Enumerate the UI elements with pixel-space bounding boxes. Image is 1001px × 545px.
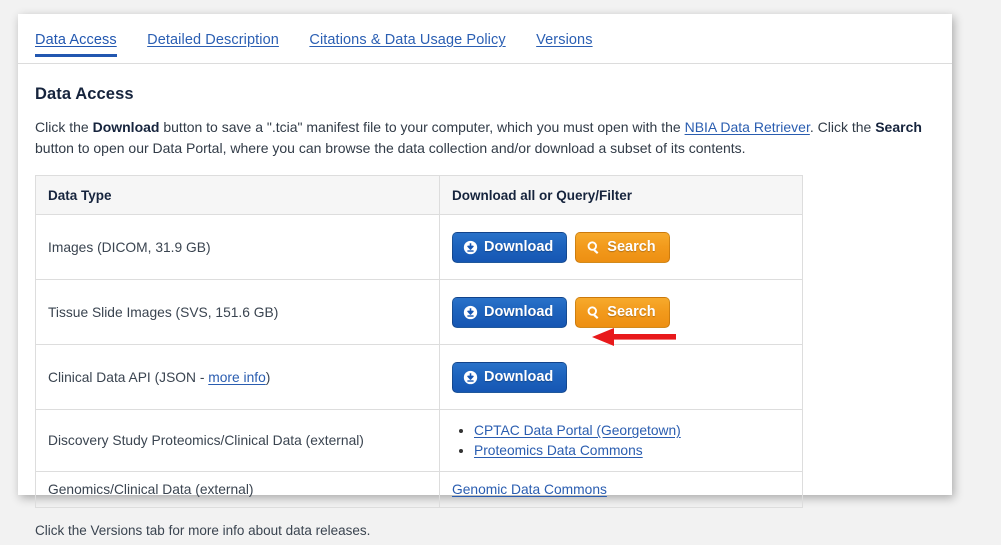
table-row: Tissue Slide Images (SVS, 151.6 GB) Down… [35,279,803,345]
intro-download-bold: Download [92,119,160,135]
button-group: Download Search [452,296,790,328]
genomic-data-commons-link[interactable]: Genomic Data Commons [452,482,607,497]
main-content: Data Access Click the Download button to… [18,85,952,538]
download-button-tissue-slides[interactable]: Download [452,296,568,328]
external-link-list: CPTAC Data Portal (Georgetown) Proteomic… [452,421,790,460]
table-row: Genomics/Clinical Data (external) Genomi… [35,471,803,508]
tab-versions[interactable]: Versions [536,32,592,56]
table-row: Discovery Study Proteomics/Clinical Data… [35,409,803,472]
search-button-label: Search [607,238,656,255]
search-button-label: Search [607,303,656,320]
tab-bar: Data Access Detailed Description Citatio… [18,31,952,64]
magnifier-icon [587,240,599,254]
cell-links-discovery-proteomics: CPTAC Data Portal (Georgetown) Proteomic… [439,409,803,472]
download-button-label: Download [484,303,554,320]
cell-data-type-images: Images (DICOM, 31.9 GB) [35,214,440,280]
download-button-clinical-api[interactable]: Download [452,361,568,393]
column-header-data-type: Data Type [35,175,440,215]
download-button-images[interactable]: Download [452,231,568,263]
cell-links-genomics: Genomic Data Commons [439,471,803,508]
search-button-images[interactable]: Search [575,231,670,263]
table-row: Images (DICOM, 31.9 GB) Download Search [35,214,803,280]
search-button-tissue-slides[interactable]: Search [575,296,670,328]
download-button-label: Download [484,238,554,255]
versions-footnote: Click the Versions tab for more info abo… [35,523,371,538]
cell-data-type-genomics: Genomics/Clinical Data (external) [35,471,440,508]
cell-data-type-clinical-api: Clinical Data API (JSON - more info) [35,344,440,410]
download-button-label: Download [484,368,554,385]
more-info-link[interactable]: more info [208,370,266,385]
intro-text-2: button to save a ".tcia" manifest file t… [159,119,685,135]
clinical-api-prefix: Clinical Data API (JSON - [48,369,209,385]
cell-actions-images: Download Search [439,214,803,280]
download-circle-arrow-icon [463,240,478,254]
list-item: CPTAC Data Portal (Georgetown) [474,421,790,440]
intro-search-bold: Search [875,119,922,135]
list-item: Proteomics Data Commons [474,441,790,460]
intro-paragraph: Click the Download button to save a ".tc… [35,117,935,159]
nbia-data-retriever-link[interactable]: NBIA Data Retriever [685,119,810,135]
cell-actions-tissue-slides: Download Search [439,279,803,345]
download-circle-arrow-icon [463,305,478,319]
tab-citations-data-usage-policy[interactable]: Citations & Data Usage Policy [309,32,505,56]
download-circle-arrow-icon [463,370,478,384]
intro-text-1: Click the [35,119,93,135]
button-group: Download [452,361,790,393]
table-header-row: Data Type Download all or Query/Filter [35,175,803,215]
screenshot-root: Data Access Detailed Description Citatio… [0,0,1001,545]
intro-text-4: button to open our Data Portal, where yo… [35,140,746,156]
column-header-download: Download all or Query/Filter [439,175,803,215]
cptac-data-portal-link[interactable]: CPTAC Data Portal (Georgetown) [474,423,681,438]
tab-data-access[interactable]: Data Access [35,32,117,57]
intro-text-3: . Click the [809,119,876,135]
cell-actions-clinical-api: Download [439,344,803,410]
magnifier-icon [587,305,599,319]
cell-data-type-discovery-proteomics: Discovery Study Proteomics/Clinical Data… [35,409,440,472]
tab-detailed-description[interactable]: Detailed Description [147,32,279,56]
page-title: Data Access [35,85,134,103]
content-card: Data Access Detailed Description Citatio… [18,14,952,538]
data-access-table: Data Type Download all or Query/Filter I… [35,175,803,508]
table-row: Clinical Data API (JSON - more info) Dow… [35,344,803,410]
clinical-api-suffix: ) [265,369,271,385]
proteomics-data-commons-link[interactable]: Proteomics Data Commons [474,443,643,458]
button-group: Download Search [452,231,790,263]
cell-data-type-tissue-slides: Tissue Slide Images (SVS, 151.6 GB) [35,279,440,345]
